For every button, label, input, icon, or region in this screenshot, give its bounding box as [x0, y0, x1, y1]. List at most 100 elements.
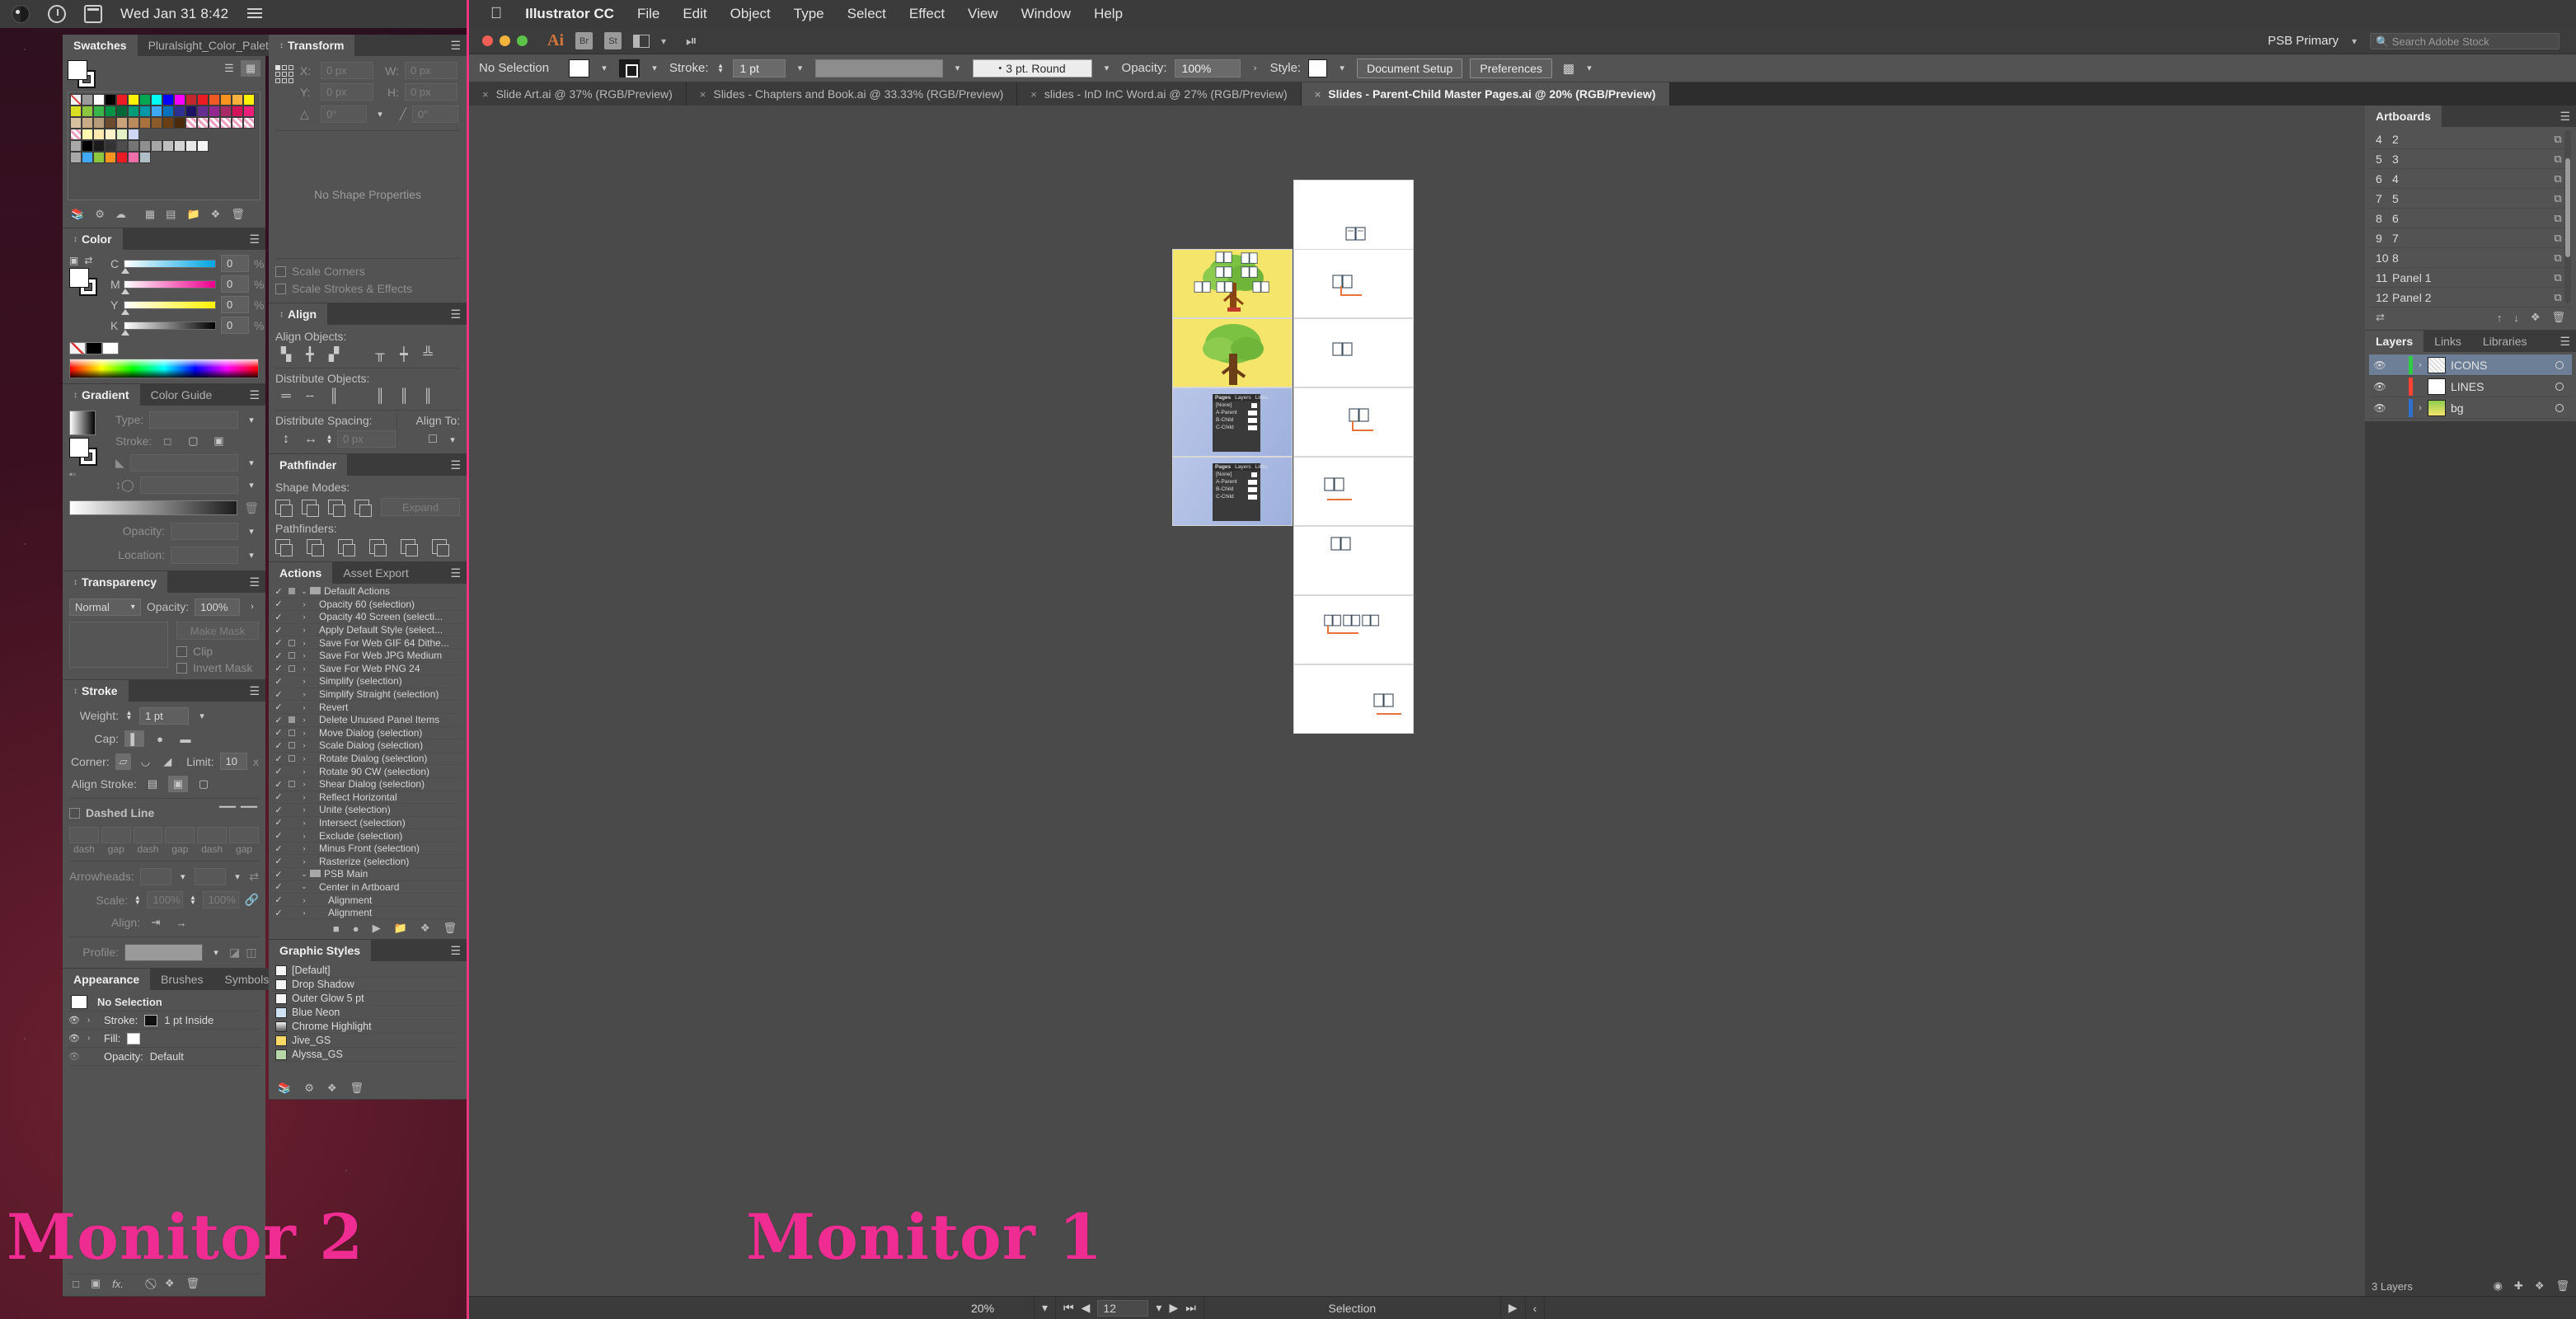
- action-row[interactable]: ✓›Exclude (selection): [272, 829, 463, 843]
- action-enabled-checkbox[interactable]: ✓: [272, 881, 285, 892]
- pathfinder-merge-icon[interactable]: [338, 539, 353, 554]
- color-value-c[interactable]: 0: [221, 255, 249, 272]
- appearance-add-effect-icon[interactable]: fx.: [112, 1278, 124, 1290]
- control-stroke-stepper[interactable]: ▲▼: [716, 60, 725, 77]
- action-expand-toggle[interactable]: ›: [298, 896, 310, 904]
- swatch-color[interactable]: [116, 152, 128, 163]
- actions-delete-icon[interactable]: 🗑: [443, 922, 457, 935]
- swatch-color[interactable]: [151, 94, 162, 106]
- action-enabled-checkbox[interactable]: ✓: [272, 894, 285, 905]
- brush-chevron-down-icon[interactable]: ▾: [950, 59, 965, 77]
- current-tool-label[interactable]: Selection: [1204, 1297, 1501, 1319]
- action-row[interactable]: ✓⌄Default Actions: [272, 585, 463, 598]
- swatch-color[interactable]: [220, 106, 232, 117]
- color-slider-c[interactable]: [124, 260, 216, 268]
- stroke-color-swatch[interactable]: [619, 59, 640, 77]
- document-setup-button[interactable]: Document Setup: [1357, 59, 1462, 78]
- artboard-name[interactable]: 7: [2392, 232, 2544, 245]
- swatch-color[interactable]: [93, 106, 105, 117]
- layer-target-icon[interactable]: [2547, 359, 2572, 372]
- action-row[interactable]: ✓›Move Dialog (selection): [272, 727, 463, 740]
- action-expand-toggle[interactable]: ›: [298, 703, 310, 711]
- tab-swatches[interactable]: Swatches: [63, 35, 138, 56]
- artboard-rearrange-icon[interactable]: ⇄: [2376, 311, 2385, 324]
- swatch-color[interactable]: [209, 106, 220, 117]
- actions-new-action-icon[interactable]: ❖: [420, 922, 430, 935]
- fill-chevron-down-icon[interactable]: ▾: [597, 59, 612, 77]
- action-dialog-toggle[interactable]: [285, 753, 298, 764]
- swatch-color[interactable]: [93, 152, 105, 163]
- gradient-aspect-field[interactable]: [140, 476, 238, 494]
- action-enabled-checkbox[interactable]: ✓: [272, 727, 285, 738]
- distribute-bottom-icon[interactable]: ║: [323, 388, 345, 405]
- gradient-type-select[interactable]: [149, 411, 238, 429]
- align-vertical-center-icon[interactable]: ┿: [393, 346, 415, 363]
- arrowhead-start-chevron-icon[interactable]: ▾: [177, 867, 189, 885]
- action-enabled-checkbox[interactable]: ✓: [272, 586, 285, 597]
- action-row[interactable]: ✓›Alignment: [272, 894, 463, 907]
- action-row[interactable]: ✓›Save For Web PNG 24: [272, 663, 463, 676]
- control-style-swatch[interactable]: [1308, 59, 1327, 77]
- menu-window[interactable]: Window: [1021, 6, 1071, 22]
- action-enabled-checkbox[interactable]: ✓: [272, 843, 285, 854]
- menu-type[interactable]: Type: [794, 6, 824, 22]
- tab-graphic-styles[interactable]: Graphic Styles: [269, 940, 371, 961]
- transform-shear-field[interactable]: 0°: [412, 106, 458, 123]
- color-value-k[interactable]: 0: [221, 317, 249, 334]
- action-enabled-checkbox[interactable]: ✓: [272, 663, 285, 674]
- zoom-level-field[interactable]: 20%: [964, 1297, 1035, 1319]
- tab-gradient[interactable]: ↕Gradient: [63, 384, 140, 406]
- first-artboard-icon[interactable]: ⏮: [1063, 1301, 1074, 1315]
- swatch-color[interactable]: [139, 140, 151, 152]
- actions-new-set-icon[interactable]: 📁: [394, 922, 407, 935]
- align-bottom-icon[interactable]: ╩: [417, 346, 439, 363]
- swatch-color[interactable]: [151, 117, 162, 129]
- menu-select[interactable]: Select: [847, 6, 886, 22]
- swatch-color[interactable]: [128, 106, 139, 117]
- swatch-color[interactable]: [139, 117, 151, 129]
- action-expand-toggle[interactable]: ›: [298, 600, 310, 608]
- swatch-color[interactable]: [185, 106, 197, 117]
- action-row[interactable]: ✓›Unite (selection): [272, 804, 463, 817]
- align-top-icon[interactable]: ╥: [369, 346, 391, 363]
- action-dialog-toggle[interactable]: [285, 585, 298, 597]
- zoom-window-button[interactable]: [517, 35, 528, 46]
- transform-w-field[interactable]: 0 px: [405, 62, 457, 79]
- layer-visibility-icon[interactable]: 👁: [2369, 359, 2391, 371]
- tab-appearance[interactable]: Appearance: [63, 969, 150, 990]
- action-expand-toggle[interactable]: ›: [298, 819, 310, 827]
- action-expand-toggle[interactable]: ⌄: [298, 587, 310, 596]
- swatch-color[interactable]: [139, 106, 151, 117]
- appearance-fill-label[interactable]: Fill:: [104, 1032, 120, 1044]
- align-stroke-inside-icon[interactable]: ▣: [168, 776, 188, 792]
- swatch-color[interactable]: [232, 106, 243, 117]
- color-value-y[interactable]: 0: [221, 296, 249, 313]
- artboard-blank-4[interactable]: [1293, 387, 1414, 457]
- color-swap-fill-stroke-icon[interactable]: ▣: [69, 255, 78, 266]
- tab-libraries[interactable]: Libraries: [2472, 331, 2538, 352]
- dash-field-1[interactable]: [101, 827, 131, 843]
- swatch-color[interactable]: [162, 117, 174, 129]
- artboards-scrollbar[interactable]: [2564, 130, 2571, 303]
- close-window-button[interactable]: [482, 35, 493, 46]
- distribute-vertical-center-icon[interactable]: ╌: [299, 388, 321, 405]
- miter-limit-field[interactable]: 10: [220, 753, 247, 770]
- action-row[interactable]: ✓›Scale Dialog (selection): [272, 739, 463, 753]
- graphic-styles-list[interactable]: [Default]Drop ShadowOuter Glow 5 ptBlue …: [273, 964, 462, 1062]
- reference-point-selector[interactable]: [275, 65, 293, 83]
- layer-expand-toggle[interactable]: ›: [2413, 360, 2428, 370]
- swatch-color[interactable]: [209, 117, 220, 129]
- stroke-panel-menu-icon[interactable]: ☰: [249, 680, 265, 702]
- graphic-styles-panel-menu-icon[interactable]: ☰: [450, 940, 467, 961]
- action-enabled-checkbox[interactable]: ✓: [272, 676, 285, 687]
- stock-search-input[interactable]: 🔍 Search Adobe Stock: [2370, 33, 2560, 49]
- transparency-opacity-more-icon[interactable]: ›: [246, 598, 259, 616]
- close-tab-0-icon[interactable]: ×: [482, 88, 489, 101]
- gs-new-icon[interactable]: ❖: [327, 1082, 337, 1095]
- swatches-grid-view-icon[interactable]: ▦: [241, 60, 260, 77]
- blend-mode-select[interactable]: Normal▾: [69, 598, 141, 616]
- spacing-stepper[interactable]: ▲▼: [325, 431, 334, 448]
- tab-links[interactable]: Links: [2424, 331, 2472, 352]
- action-expand-toggle[interactable]: ⌄: [298, 882, 310, 891]
- artboard-row[interactable]: 64⧉: [2369, 169, 2572, 189]
